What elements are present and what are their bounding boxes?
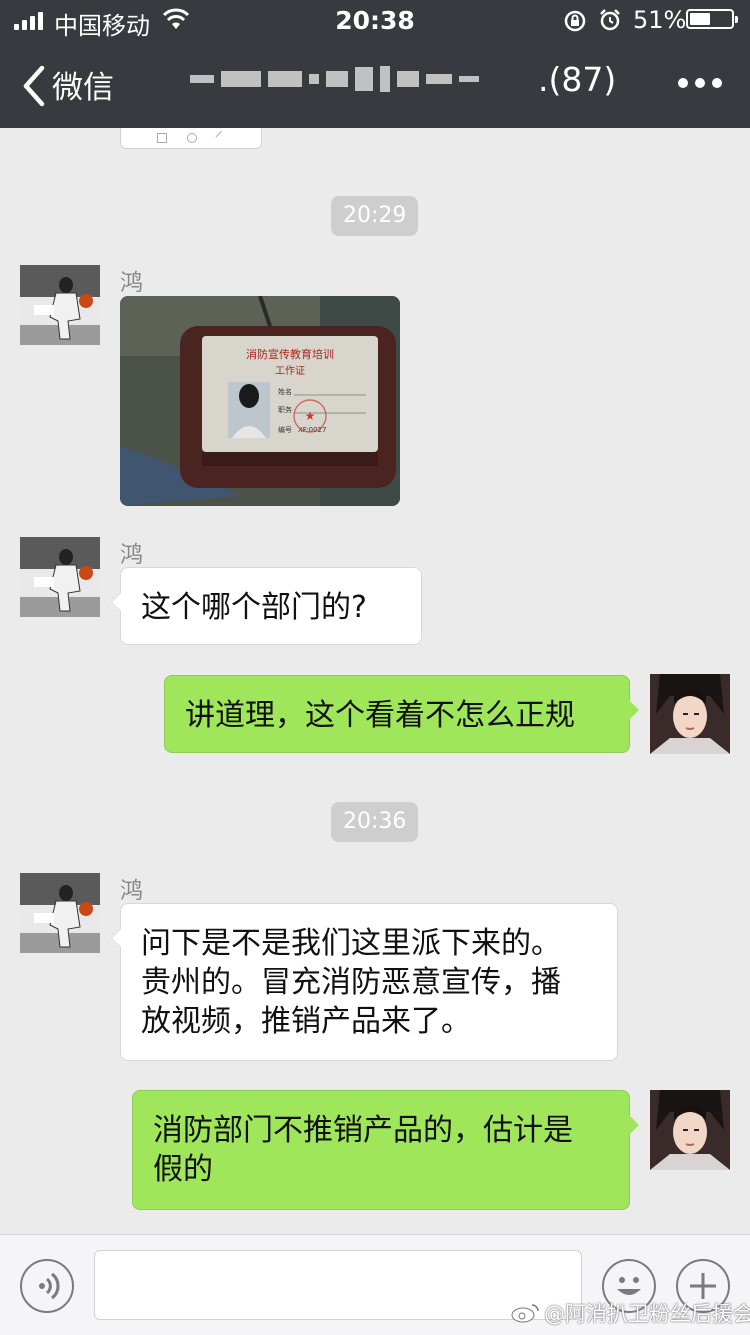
message-bubble-outgoing[interactable]: 消防部门不推销产品的，估计是 假的 (132, 1090, 639, 1210)
message-bubble-incoming[interactable]: 问下是不是我们这里派下来的。 贵州的。冒充消防恶意宣传，播 放视频，推销产品来了… (111, 903, 618, 1061)
id-card-header: 消防宣传教育培训 (246, 347, 334, 361)
message-text: 讲道理，这个看着不怎么正规 (185, 698, 575, 733)
chat-title-pixelated (190, 62, 535, 96)
top-bar: 中国移动 20:38 51% 微信 .(87) (0, 0, 750, 128)
sender-avatar[interactable] (20, 537, 100, 617)
watermark-text: @阿消扒卫粉丝后援会 (544, 1302, 750, 1326)
message-text-line: 问下是不是我们这里派下来的。 (141, 926, 561, 961)
id-card-field-name: 姓名 (278, 387, 292, 396)
svg-text:★: ★ (305, 409, 316, 423)
watermark: @阿消扒卫粉丝后援会 (510, 1298, 750, 1328)
message-bubble-outgoing[interactable]: 讲道理，这个看着不怎么正规 (164, 675, 639, 753)
message-text: 这个哪个部门的? (141, 590, 367, 625)
sender-name: 鸿 (120, 542, 143, 568)
battery-percent: 51% (633, 6, 687, 34)
timestamp-chip: 20:29 (331, 196, 419, 236)
rotation-lock-icon (564, 10, 586, 32)
message-text-line: 假的 (153, 1152, 213, 1187)
voice-icon (39, 1272, 60, 1300)
my-avatar[interactable] (650, 674, 730, 754)
message-text-line: 放视频，推销产品来了。 (141, 1004, 471, 1039)
sender-name: 鸿 (120, 270, 143, 296)
weibo-logo-icon (511, 1304, 539, 1323)
sender-avatar[interactable] (20, 873, 100, 953)
message-text-line: 贵州的。冒充消防恶意宣传，播 (141, 965, 561, 1000)
message-input[interactable] (94, 1250, 582, 1320)
voice-button[interactable] (20, 1259, 74, 1313)
message-text-line: 消防部门不推销产品的，估计是 (153, 1113, 573, 1148)
my-avatar[interactable] (650, 1090, 730, 1170)
status-bar: 中国移动 20:38 51% (0, 0, 750, 40)
sender-name: 鸿 (120, 878, 143, 904)
sender-avatar[interactable] (20, 265, 100, 345)
message-bubble-incoming[interactable]: 这个哪个部门的? (111, 567, 422, 645)
chat-member-count: .(87) (538, 60, 617, 99)
back-label[interactable]: 微信 (52, 62, 114, 107)
alarm-icon (600, 9, 620, 31)
id-card-field-number: 编号 (278, 425, 292, 434)
timestamp-chip: 20:36 (331, 802, 419, 842)
id-card-subheader: 工作证 (275, 365, 305, 377)
id-card-photo[interactable]: 消防宣传教育培训 工作证 姓名 职务 编号 XF:0027 ★ (120, 296, 400, 506)
id-card-field-role: 职务 (278, 405, 292, 414)
previous-message-fragment (120, 128, 262, 149)
battery-icon (686, 9, 738, 29)
more-icon[interactable] (678, 78, 722, 88)
